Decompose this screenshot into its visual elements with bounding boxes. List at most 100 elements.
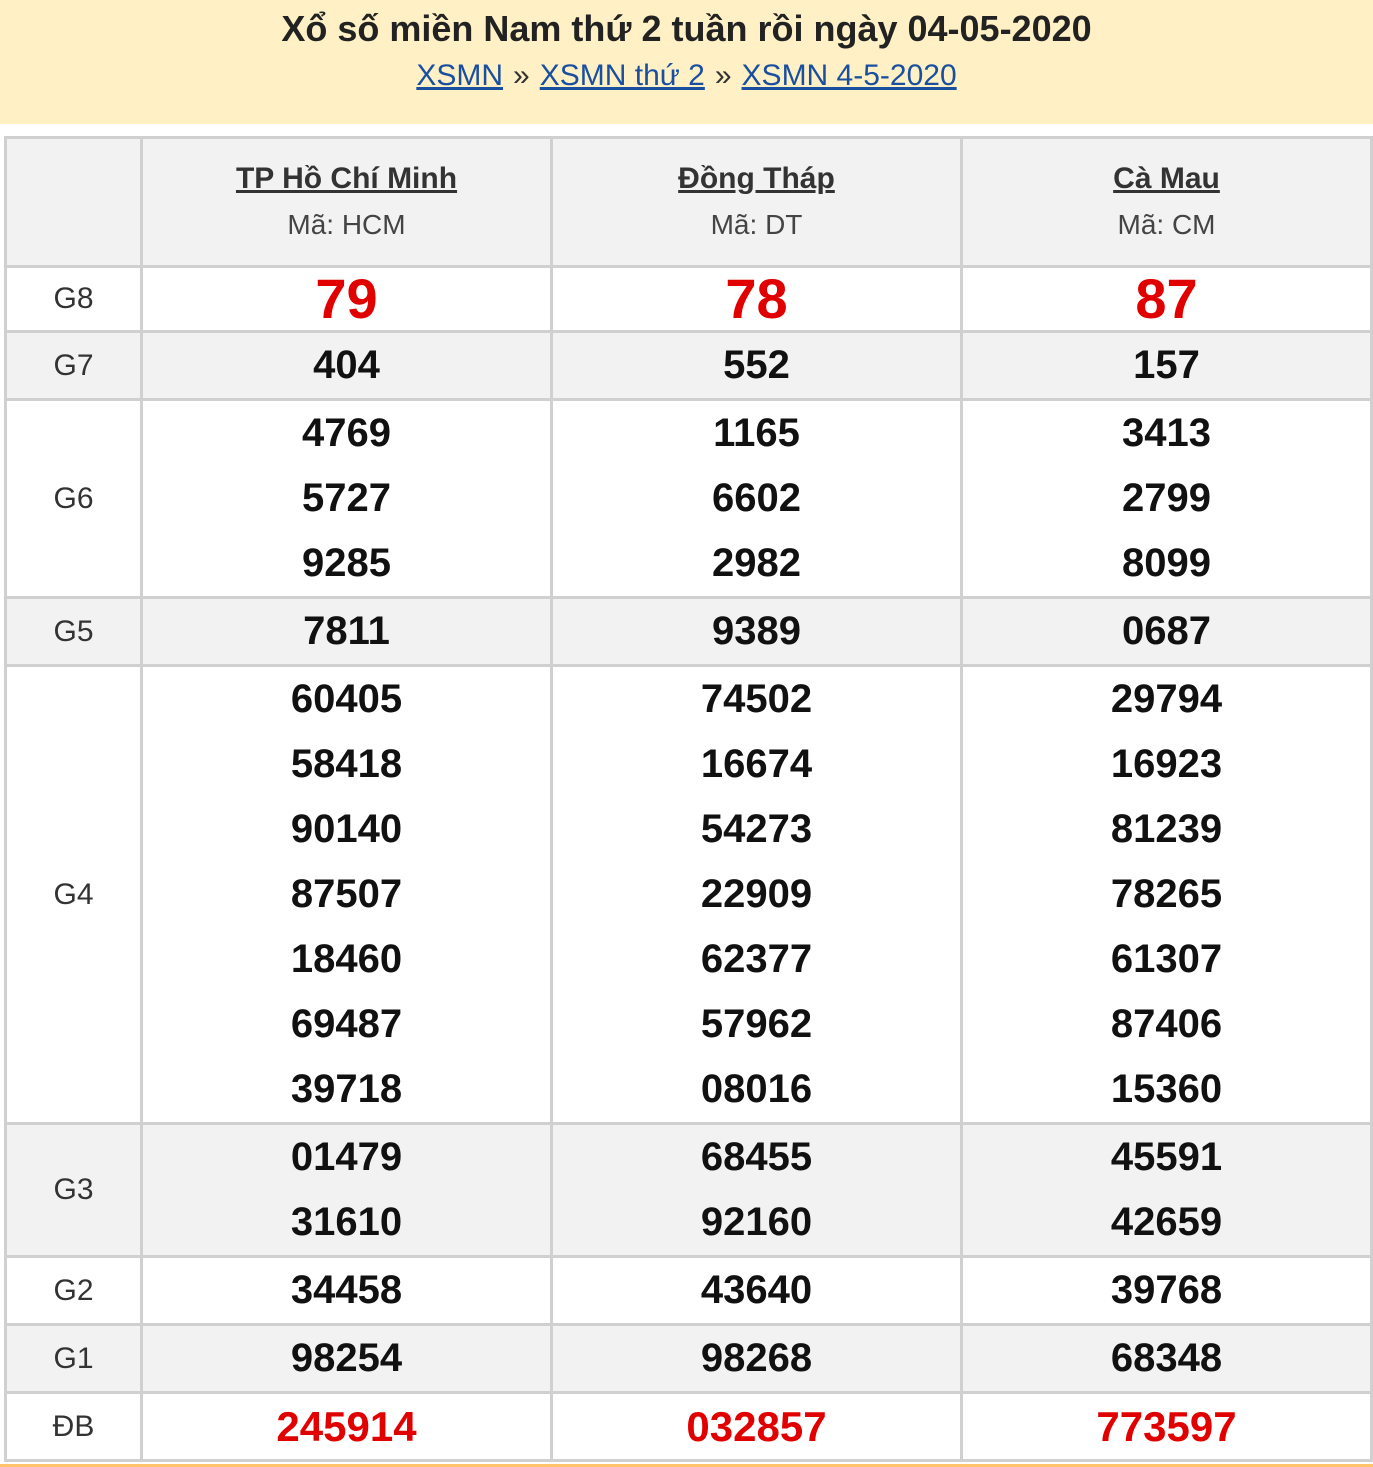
prize-number: 773597 [1096,1403,1237,1450]
prize-cell: 3413 2799 8099 [960,398,1373,599]
province-link-hcm[interactable]: TP Hồ Chí Minh [143,159,550,199]
prize-cell: 4769 5727 9285 [140,398,553,599]
prize-label: G8 [4,265,143,333]
prize-label: G7 [4,330,143,401]
prize-label: G6 [4,398,143,599]
prize-number: 16674 [700,742,813,786]
prize-number: 92160 [700,1200,813,1244]
prize-number: 98268 [700,1336,813,1380]
prize-number: 74502 [700,677,813,721]
table-header-row: TP Hồ Chí Minh Mã: HCM Đồng Tháp Mã: DT … [4,136,1373,268]
prize-row-g2: G2 34458 43640 39768 [4,1255,1373,1326]
prize-cell: 45591 42659 [960,1122,1373,1258]
prize-number: 58418 [290,742,403,786]
prize-number: 42659 [1110,1200,1223,1244]
prize-number: 8099 [1122,541,1211,585]
prize-number: 3413 [1122,411,1211,455]
prize-label: G1 [4,1323,143,1394]
prize-number: 404 [313,343,380,387]
header-empty-cell [4,136,143,268]
prize-cell: 78 [550,265,963,333]
prize-number: 2982 [712,541,801,585]
breadcrumb-link-xsmn-date[interactable]: XSMN 4-5-2020 [742,59,957,92]
prize-number: 78 [725,267,788,330]
prize-number: 18460 [290,937,403,981]
prize-number: 16923 [1110,742,1223,786]
prize-label: G4 [4,664,143,1125]
prize-number: 08016 [700,1067,813,1111]
prize-cell: 773597 [960,1391,1373,1462]
prize-number: 15360 [1110,1067,1223,1111]
prize-row-db: ĐB 245914 032857 773597 [4,1391,1373,1462]
prize-cell: 60405 58418 90140 87507 18460 69487 39718 [140,664,553,1125]
prize-label: G2 [4,1255,143,1326]
page-title: Xổ số miền Nam thứ 2 tuần rồi ngày 04-05… [281,8,1092,49]
prize-number: 69487 [290,1002,403,1046]
prize-cell: 98254 [140,1323,553,1394]
prize-number: 57962 [700,1002,813,1046]
prize-label: ĐB [4,1391,143,1462]
breadcrumb-separator: » [513,59,530,92]
province-header-dt: Đồng Tháp Mã: DT [550,136,963,268]
prize-row-g4: G4 60405 58418 90140 87507 18460 69487 39718 745… [4,664,1373,1125]
prize-cell: 68348 [960,1323,1373,1394]
prize-cell: 1165 6602 2982 [550,398,963,599]
province-header-cm: Cà Mau Mã: CM [960,136,1373,268]
prize-cell: 74502 16674 54273 22909 62377 57962 08016 [550,664,963,1125]
breadcrumb-link-xsmn[interactable]: XSMN [416,59,503,92]
prize-cell: 032857 [550,1391,963,1462]
prize-number: 0687 [1122,609,1211,653]
prize-number: 39718 [290,1067,403,1111]
prize-number: 552 [723,343,790,387]
prize-number: 2799 [1122,476,1211,520]
prize-number: 43640 [700,1268,813,1312]
province-code: Mã: CM [1117,209,1216,240]
prize-number: 90140 [290,807,403,851]
prize-cell: 79 [140,265,553,333]
prize-cell: 87 [960,265,1373,333]
prize-number: 31610 [290,1200,403,1244]
page-header: Xổ số miền Nam thứ 2 tuần rồi ngày 04-05… [0,0,1373,124]
prize-number: 68455 [700,1135,813,1179]
prize-cell: 157 [960,330,1373,401]
prize-number: 157 [1133,343,1200,387]
prize-cell: 01479 31610 [140,1122,553,1258]
prize-number: 68348 [1110,1336,1223,1380]
prize-cell: 245914 [140,1391,553,1462]
prize-number: 4769 [302,411,391,455]
prize-row-g1: G1 98254 98268 68348 [4,1323,1373,1394]
prize-label: G5 [4,596,143,667]
prize-row-g5: G5 7811 9389 0687 [4,596,1373,667]
prize-cell: 68455 92160 [550,1122,963,1258]
prize-number: 61307 [1110,937,1223,981]
prize-number: 34458 [290,1268,403,1312]
prize-number: 1165 [713,411,800,455]
prize-cell: 34458 [140,1255,553,1326]
breadcrumb: XSMN » XSMN thứ 2 » XSMN 4-5-2020 [0,56,1373,96]
prize-cell: 43640 [550,1255,963,1326]
prize-cell: 39768 [960,1255,1373,1326]
prize-number: 78265 [1110,872,1223,916]
province-link-cm[interactable]: Cà Mau [963,159,1370,199]
prize-number: 9285 [302,541,391,585]
prize-cell: 29794 16923 81239 78265 61307 87406 15360 [960,664,1373,1125]
province-code: Mã: DT [710,209,803,240]
prize-number: 01479 [290,1135,403,1179]
prize-number: 5727 [302,476,391,520]
breadcrumb-separator: » [714,59,732,92]
prize-number: 62377 [700,937,813,981]
prize-cell: 9389 [550,596,963,667]
prize-row-g8: G8 79 78 87 [4,265,1373,333]
prize-row-g6: G6 4769 5727 9285 1165 6602 2982 3413 2799 8099 [4,398,1373,599]
province-link-dt[interactable]: Đồng Tháp [553,159,960,199]
province-header-hcm: TP Hồ Chí Minh Mã: HCM [140,136,553,268]
prize-number: 032857 [686,1403,827,1450]
prize-number: 81239 [1110,807,1223,851]
prize-cell: 552 [550,330,963,401]
prize-number: 54273 [700,807,813,851]
prize-number: 87406 [1110,1002,1223,1046]
prize-number: 98254 [290,1336,403,1380]
prize-number: 87507 [290,872,403,916]
prize-number: 7811 [303,609,390,653]
breadcrumb-link-xsmn-thu-2[interactable]: XSMN thứ 2 [540,59,705,92]
